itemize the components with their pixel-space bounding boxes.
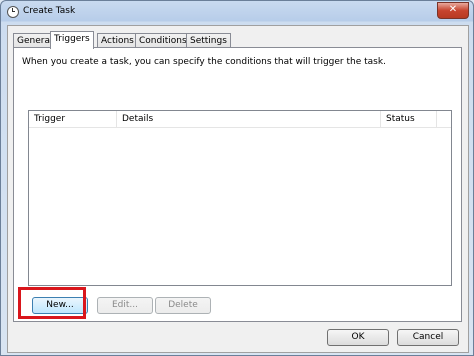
cancel-button[interactable]: Cancel [397, 329, 459, 346]
triggers-list[interactable]: Trigger Details Status [28, 110, 452, 286]
tab-triggers[interactable]: Triggers [50, 31, 94, 49]
create-task-window: Create Task ✕ General Triggers Actions C… [0, 0, 474, 356]
list-header: Trigger Details Status [29, 111, 451, 128]
clock-icon [7, 6, 19, 18]
triggers-panel: When you create a task, you can specify … [13, 47, 462, 322]
close-button[interactable]: ✕ [437, 2, 469, 19]
highlight-box [18, 287, 86, 319]
column-trigger[interactable]: Trigger [29, 111, 117, 127]
title-bar: Create Task ✕ [1, 1, 473, 23]
close-icon: ✕ [448, 4, 458, 15]
tab-actions[interactable]: Actions [97, 33, 138, 48]
delete-trigger-button[interactable]: Delete [155, 297, 211, 314]
column-status[interactable]: Status [381, 111, 437, 127]
window-title: Create Task [23, 6, 76, 16]
column-details[interactable]: Details [117, 111, 381, 127]
edit-trigger-button[interactable]: Edit... [97, 297, 153, 314]
ok-button[interactable]: OK [327, 329, 389, 346]
tab-conditions[interactable]: Conditions [135, 33, 191, 48]
triggers-description: When you create a task, you can specify … [22, 57, 386, 67]
tab-settings[interactable]: Settings [186, 33, 231, 48]
